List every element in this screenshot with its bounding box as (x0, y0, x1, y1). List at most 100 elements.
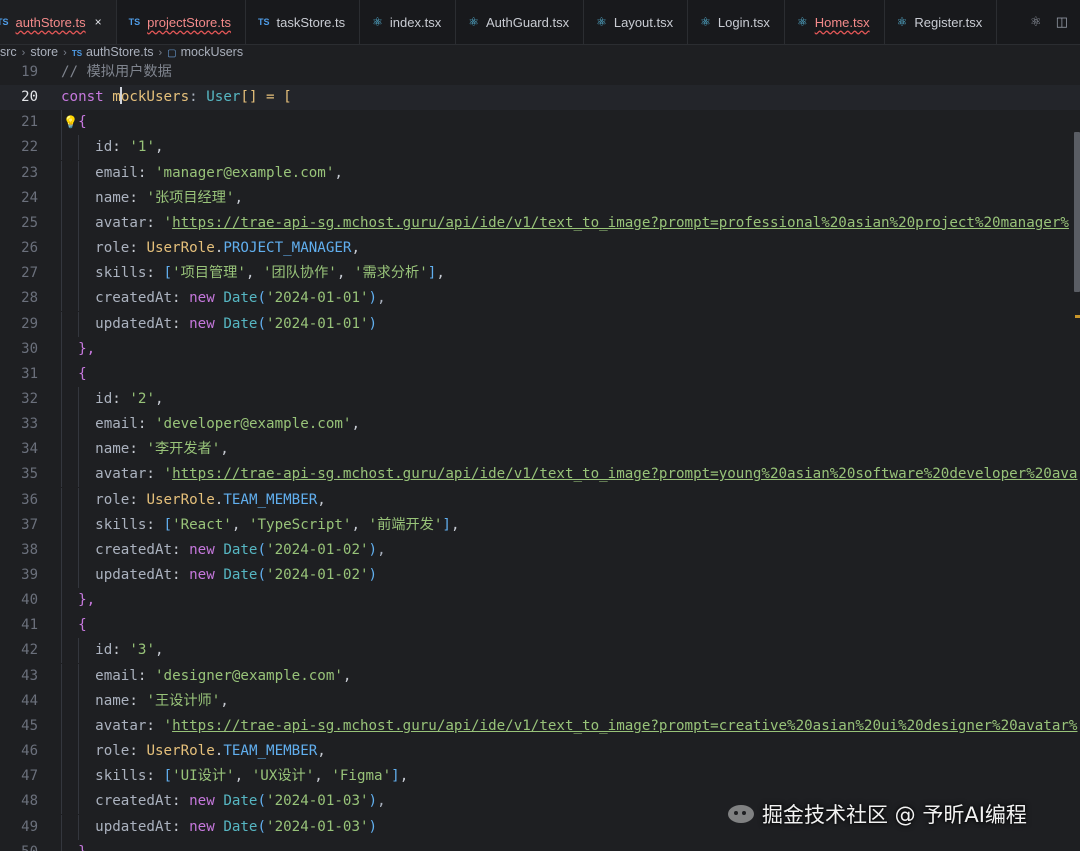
code-line[interactable]: 37 skills: ['React', 'TypeScript', '前端开发… (0, 512, 1080, 538)
enum-name: UserRole (146, 491, 215, 508)
react-icon: ⚛ (700, 15, 711, 29)
line-number: 33 (21, 416, 38, 433)
property-key: skills (95, 516, 147, 533)
code-line[interactable]: 42 id: '3', (0, 638, 1080, 664)
code-line[interactable]: 23 email: 'manager@example.com', (0, 160, 1080, 186)
punctuation: , (377, 290, 386, 307)
code-line[interactable]: 31 { (0, 361, 1080, 387)
property-key: skills (95, 768, 147, 785)
code-text: const mockUsers: User[] = [ (61, 85, 292, 110)
code-line[interactable]: 40 }, (0, 588, 1080, 614)
code-line[interactable]: 29 updatedAt: new Date('2024-01-01') (0, 311, 1080, 337)
tab-authstore-ts[interactable]: TS authStore.ts × (0, 0, 117, 44)
code-line[interactable]: 39 updatedAt: new Date('2024-01-02') (0, 563, 1080, 588)
code-text: // 模拟用户数据 (61, 60, 172, 85)
line-number: 38 (21, 541, 38, 558)
bracket: [ (163, 516, 173, 533)
bracket: ] (391, 768, 400, 785)
more-tabs-react-icon[interactable]: ⚛ (1030, 14, 1042, 30)
bracket: ] (427, 265, 437, 282)
tab-taskstore-ts[interactable]: TS taskStore.ts (246, 0, 361, 44)
code-line[interactable]: 26 role: UserRole.PROJECT_MANAGER, (0, 236, 1080, 262)
array-item: '需求分析' (353, 265, 428, 282)
tab-register-tsx[interactable]: ⚛ Register.tsx (885, 0, 998, 44)
property-key: avatar (95, 717, 147, 734)
line-number: 32 (21, 390, 38, 407)
code-line[interactable]: 45 avatar: 'https://trae-api-sg.mchost.g… (0, 713, 1080, 739)
paren: ) (368, 290, 378, 307)
code-text: role: UserRole.TEAM_MEMBER, (95, 491, 326, 508)
array-item: 'Figma' (331, 768, 392, 785)
code-line[interactable]: 28 createdAt: new Date('2024-01-01'), (0, 286, 1080, 312)
scrollbar-thumb[interactable] (1074, 132, 1080, 292)
bracket: ] (442, 516, 451, 533)
breadcrumb-item[interactable]: mockUsers (181, 45, 244, 59)
close-icon[interactable]: × (95, 15, 102, 29)
property-key: id (95, 390, 113, 407)
punctuation: , (377, 541, 386, 558)
code-line[interactable]: 47 skills: ['UI设计', 'UX设计', 'Figma'], (0, 764, 1080, 790)
url-link: https://trae-api-sg.mchost.guru/api/ide/… (172, 214, 1069, 231)
react-icon: ⚛ (372, 15, 383, 29)
chevron-right-icon: › (21, 47, 26, 59)
code-line[interactable]: 19 // 模拟用户数据 (0, 60, 1080, 85)
constructor-name: Date (223, 793, 258, 810)
code-line[interactable]: 22 id: '1', (0, 135, 1080, 161)
tab-index-tsx[interactable]: ⚛ index.tsx (360, 0, 457, 44)
string-value: '王设计师' (146, 692, 221, 709)
react-icon: ⚛ (796, 15, 808, 29)
code-text: name: '张项目经理', (95, 189, 244, 206)
array-item: '前端开发' (368, 516, 443, 533)
code-line[interactable]: 21 💡 { (0, 110, 1080, 136)
code-editor[interactable]: 19 // 模拟用户数据 20 const mockUsers: User[] = [… (0, 60, 1080, 851)
watermark: 掘金技术社区 @ 予昕AI编程 (728, 796, 1027, 832)
tab-login-tsx[interactable]: ⚛ Login.tsx (688, 0, 785, 44)
code-text: role: UserRole.TEAM_MEMBER, (95, 743, 326, 760)
keyword: new (189, 818, 215, 835)
code-line[interactable]: 50 }, (0, 839, 1080, 851)
code-line[interactable]: 44 name: '王设计师', (0, 688, 1080, 714)
tab-authguard-tsx[interactable]: ⚛ AuthGuard.tsx (456, 0, 585, 44)
code-line[interactable]: 20 const mockUsers: User[] = [ (0, 85, 1080, 111)
tab-home-tsx[interactable]: ⚛ Home.tsx (785, 0, 885, 44)
code-line[interactable]: 36 role: UserRole.TEAM_MEMBER, (0, 487, 1080, 513)
code-line[interactable]: 30 }, (0, 336, 1080, 362)
breadcrumb-item[interactable]: store (30, 45, 58, 59)
code-line[interactable]: 43 email: 'designer@example.com', (0, 663, 1080, 689)
property-key: createdAt (95, 541, 173, 558)
code-line[interactable]: 38 createdAt: new Date('2024-01-02'), (0, 537, 1080, 563)
enum-member: TEAM_MEMBER (223, 491, 318, 508)
code-line[interactable]: 27 skills: ['项目管理', '团队协作', '需求分析'], (0, 261, 1080, 287)
code-text: skills: ['项目管理', '团队协作', '需求分析'], (95, 265, 445, 282)
keyword: new (189, 567, 215, 583)
code-line[interactable]: 35 avatar: 'https://trae-api-sg.mchost.g… (0, 462, 1080, 488)
breadcrumb-item[interactable]: authStore.ts (86, 45, 153, 59)
code-line[interactable]: 32 id: '2', (0, 386, 1080, 412)
paren: ( (257, 315, 267, 332)
breadcrumb-item[interactable]: src (0, 45, 17, 59)
property-key: updatedAt (95, 315, 173, 332)
code-line[interactable]: 24 name: '张项目经理', (0, 185, 1080, 211)
split-editor-icon[interactable]: ◫ (1056, 14, 1068, 30)
property-key: avatar (95, 466, 147, 483)
tab-layout-tsx[interactable]: ⚛ Layout.tsx (584, 0, 689, 44)
line-number: 47 (21, 768, 38, 785)
property-key: name (95, 692, 130, 709)
code-line[interactable]: 34 name: '李开发者', (0, 437, 1080, 463)
line-number: 28 (21, 290, 38, 307)
string-value: '2024-01-03' (266, 818, 369, 835)
code-line[interactable]: 33 email: 'developer@example.com', (0, 412, 1080, 438)
property-key: skills (95, 265, 147, 282)
paren: ) (368, 793, 378, 810)
code-line[interactable]: 25 avatar: 'https://trae-api-sg.mchost.g… (0, 210, 1080, 236)
property-key: email (95, 667, 138, 684)
code-text: updatedAt: new Date('2024-01-01') (95, 315, 378, 332)
tab-projectstore-ts[interactable]: TS projectStore.ts (117, 0, 246, 44)
editor-scrollbar[interactable] (1073, 60, 1080, 851)
code-line[interactable]: 46 role: UserRole.TEAM_MEMBER, (0, 739, 1080, 765)
ts-icon: TS (128, 17, 141, 27)
constructor-name: Date (223, 315, 258, 332)
paren: ( (257, 541, 267, 558)
string-value: '2024-01-03' (266, 793, 369, 810)
code-line[interactable]: 41 { (0, 613, 1080, 639)
